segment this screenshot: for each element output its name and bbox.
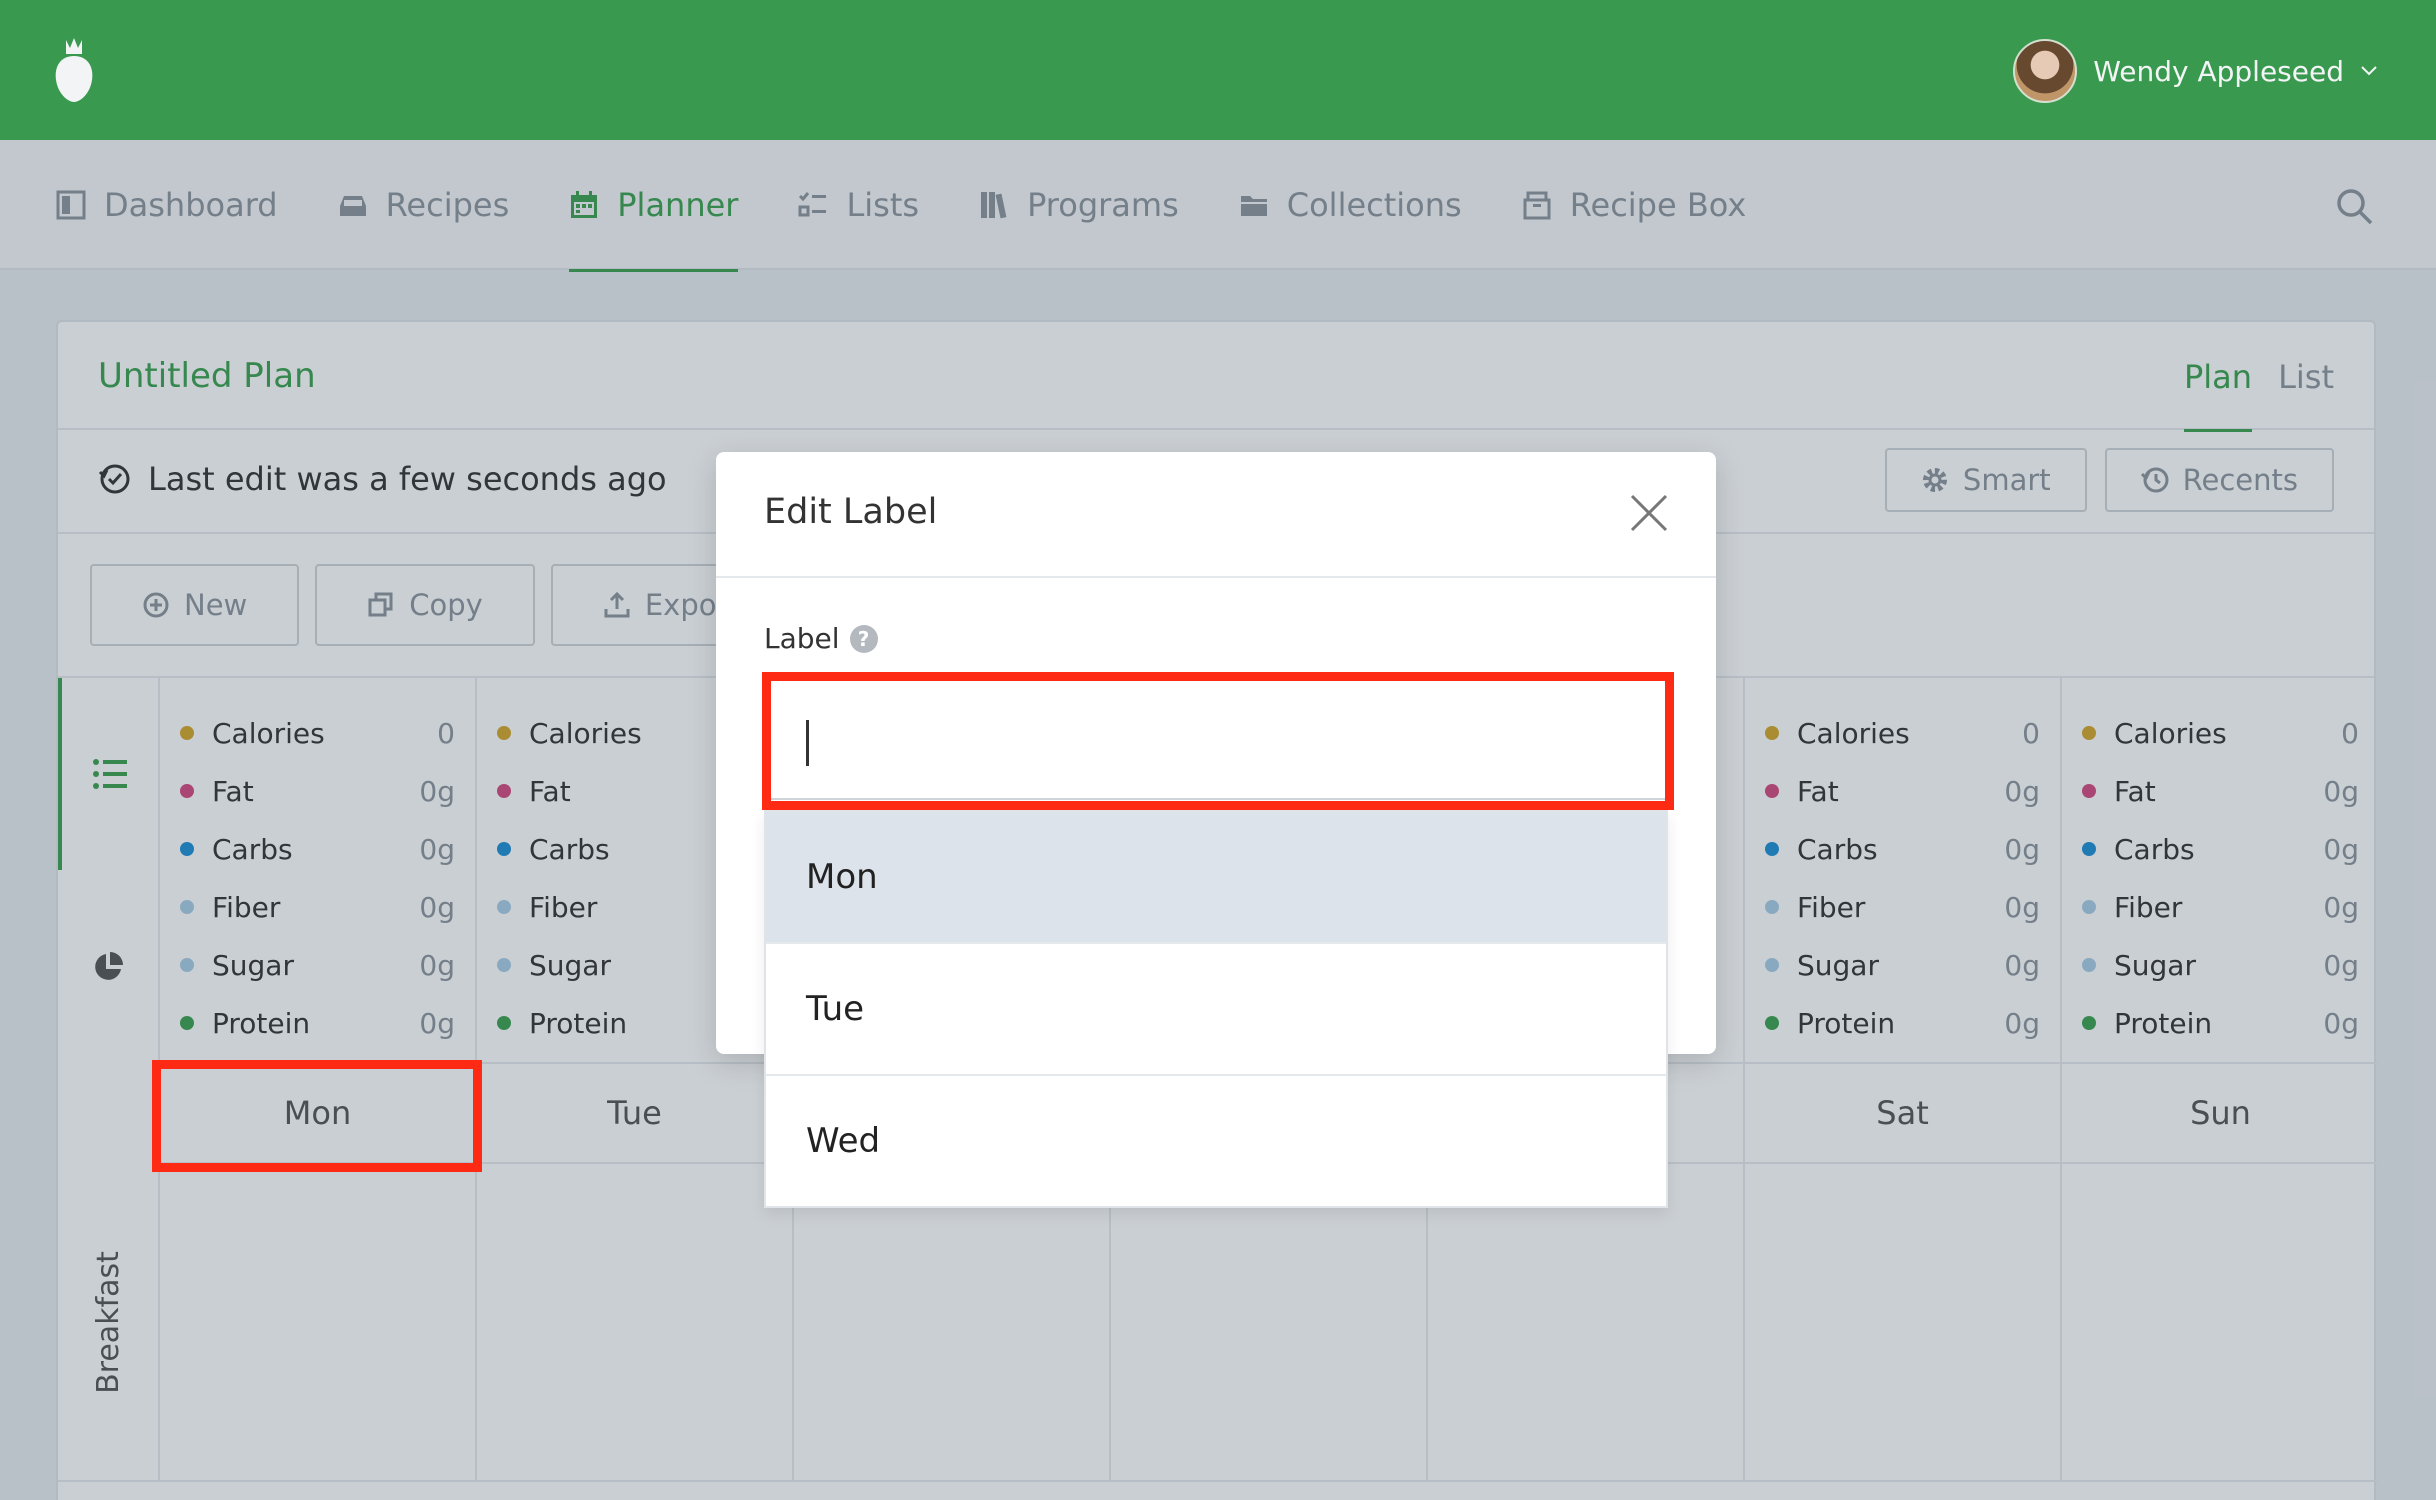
close-icon[interactable] xyxy=(1628,492,1670,534)
field-label-text: Label xyxy=(764,622,840,655)
dropdown-option-wed[interactable]: Wed xyxy=(766,1076,1666,1206)
dropdown-option-tue[interactable]: Tue xyxy=(766,944,1666,1076)
label-suggestions-dropdown: Mon Tue Wed xyxy=(764,810,1668,1208)
label-field-label: Label ? xyxy=(764,622,878,655)
text-caret xyxy=(806,720,809,766)
label-input[interactable] xyxy=(764,674,1668,800)
modal-header: Edit Label xyxy=(716,452,1716,578)
dropdown-option-mon[interactable]: Mon xyxy=(766,812,1666,944)
modal-title: Edit Label xyxy=(764,492,938,532)
header-dim xyxy=(0,0,2436,140)
help-icon[interactable]: ? xyxy=(849,624,878,653)
